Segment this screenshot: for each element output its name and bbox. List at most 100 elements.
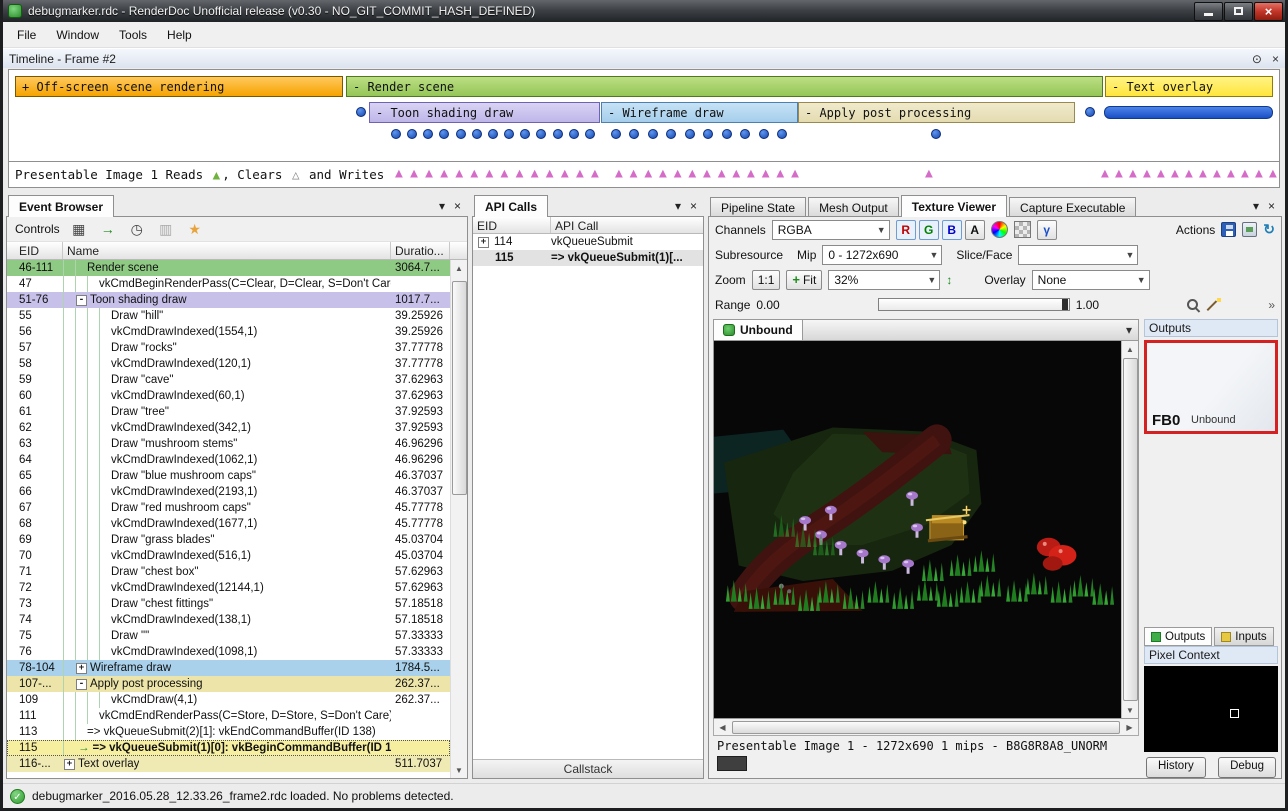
timeline-close-icon[interactable]: × <box>1272 52 1279 66</box>
scrollbar-thumb[interactable] <box>1123 358 1138 701</box>
tab-mesh-output[interactable]: Mesh Output <box>808 197 899 217</box>
timeline-draw-dot[interactable] <box>740 129 750 139</box>
write-triangle-icon[interactable]: ▲ <box>1241 166 1249 182</box>
save-texture-icon[interactable] <box>1221 222 1236 237</box>
texture-image[interactable] <box>714 341 1121 718</box>
event-row[interactable]: 59Draw "cave"37.62963 <box>7 372 450 388</box>
tree-expander-icon[interactable]: - <box>76 295 87 306</box>
close-button[interactable]: × <box>1254 2 1283 21</box>
write-triangle-icon[interactable]: ▲ <box>1255 166 1263 182</box>
tab-capture-executable[interactable]: Capture Executable <box>1009 197 1136 217</box>
timeline-draw-dot[interactable] <box>648 129 658 139</box>
write-triangle-icon[interactable]: ▲ <box>630 166 638 182</box>
event-row[interactable]: 76vkCmdDrawIndexed(1098,1)57.33333 <box>7 644 450 660</box>
zoom-combo[interactable]: 32%▼ <box>828 270 940 290</box>
timeline-content[interactable]: + Off-screen scene rendering - Render sc… <box>8 69 1280 188</box>
scroll-down-icon[interactable]: ▼ <box>451 762 468 778</box>
write-triangle-icon[interactable]: ▲ <box>425 166 433 182</box>
event-row[interactable]: 65Draw "blue mushroom caps"46.37037 <box>7 468 450 484</box>
slice-face-combo[interactable]: ▼ <box>1018 245 1138 265</box>
tab-list-icon[interactable]: ▾ <box>1120 323 1138 337</box>
timeline-draw-dot[interactable] <box>777 129 787 139</box>
write-triangle-icon[interactable]: ▲ <box>470 166 478 182</box>
history-button[interactable]: History <box>1146 757 1206 778</box>
timeline-draw-dot[interactable] <box>569 129 579 139</box>
event-row[interactable]: 55Draw "hill"39.25926 <box>7 308 450 324</box>
timeline-draw-dot[interactable] <box>488 129 498 139</box>
timeline-draw-dot[interactable] <box>611 129 621 139</box>
scroll-right-icon[interactable]: ▶ <box>1121 723 1138 732</box>
timeline-draw-dot[interactable] <box>553 129 563 139</box>
panel-menu-icon[interactable]: ▾ <box>439 199 445 213</box>
write-triangle-icon[interactable]: ▲ <box>1171 166 1179 182</box>
event-row[interactable]: 75Draw ""57.33333 <box>7 628 450 644</box>
menu-help[interactable]: Help <box>157 24 202 46</box>
event-row[interactable]: 57Draw "rocks"37.77778 <box>7 340 450 356</box>
timeline-draw-dot[interactable] <box>504 129 514 139</box>
write-triangle-icon[interactable]: ▲ <box>718 166 726 182</box>
write-triangle-icon[interactable]: ▲ <box>776 166 784 182</box>
scroll-up-icon[interactable]: ▲ <box>451 260 468 276</box>
tab-unbound-texture[interactable]: Unbound <box>714 320 803 340</box>
overlay-combo[interactable]: None▼ <box>1032 270 1150 290</box>
write-triangle-icon[interactable]: ▲ <box>410 166 418 182</box>
refresh-icon[interactable]: ↻ <box>1263 221 1275 238</box>
event-row[interactable]: 71Draw "chest box"57.62963 <box>7 564 450 580</box>
timeline-bar-offscreen[interactable]: + Off-screen scene rendering <box>15 76 343 97</box>
write-triangle-icon[interactable]: ▲ <box>615 166 623 182</box>
write-triangle-icon[interactable]: ▲ <box>1185 166 1193 182</box>
color-wheel-icon[interactable] <box>991 221 1008 238</box>
scroll-down-icon[interactable]: ▼ <box>1122 702 1139 718</box>
write-triangle-icon[interactable]: ▲ <box>791 166 799 182</box>
event-row[interactable]: 113=> vkQueueSubmit(2)[1]: vkEndCommandB… <box>7 724 450 740</box>
timeline-draw-dot[interactable] <box>536 129 546 139</box>
column-eid[interactable]: EID <box>473 217 551 233</box>
channels-combo[interactable]: RGBA▼ <box>772 220 890 240</box>
timeline-draw-dot[interactable] <box>407 129 417 139</box>
write-triangle-icon[interactable]: ▲ <box>395 166 403 182</box>
event-row[interactable]: 69Draw "grass blades"45.03704 <box>7 532 450 548</box>
event-row[interactable]: 68vkCmdDrawIndexed(1677,1)45.77778 <box>7 516 450 532</box>
event-row[interactable]: 67Draw "red mushroom caps"45.77778 <box>7 500 450 516</box>
event-row[interactable]: 78-104+Wireframe draw1784.5... <box>7 660 450 676</box>
timeline-bar-render-scene[interactable]: - Render scene <box>346 76 1103 97</box>
menu-file[interactable]: File <box>7 24 46 46</box>
show-usage-icon[interactable]: ▦ <box>69 219 89 239</box>
channel-g-button[interactable]: G <box>919 220 939 240</box>
goto-current-event-icon[interactable]: → <box>98 219 118 239</box>
event-row[interactable]: 61Draw "tree"37.92593 <box>7 404 450 420</box>
event-row[interactable]: 63Draw "mushroom stems"46.96296 <box>7 436 450 452</box>
timeline-draw-dot[interactable] <box>931 129 941 139</box>
maximize-button[interactable] <box>1224 2 1253 21</box>
time-durations-icon[interactable]: ◷ <box>127 219 147 239</box>
scrollbar-thumb[interactable] <box>452 281 467 495</box>
timeline-draw-dot[interactable] <box>472 129 482 139</box>
event-row[interactable]: 107-...-Apply post processing262.37... <box>7 676 450 692</box>
open-capture-icon[interactable] <box>1242 222 1257 237</box>
write-triangle-icon[interactable]: ▲ <box>546 166 554 182</box>
zoom-fit-button[interactable]: +Fit <box>786 270 822 290</box>
event-row[interactable]: 116-...+Text overlay511.7037 <box>7 756 450 772</box>
event-row[interactable]: 66vkCmdDrawIndexed(2193,1)46.37037 <box>7 484 450 500</box>
timeline-bar-post-processing[interactable]: - Apply post processing <box>798 102 1075 123</box>
event-row[interactable]: 56vkCmdDrawIndexed(1554,1)39.25926 <box>7 324 450 340</box>
timeline-draw-dot[interactable] <box>423 129 433 139</box>
timeline-draw-dot[interactable] <box>703 129 713 139</box>
timeline-draw-dot[interactable] <box>439 129 449 139</box>
timeline-bar-text-overlay[interactable]: - Text overlay <box>1105 76 1273 97</box>
event-row[interactable]: 46-111Render scene3064.7... <box>7 260 450 276</box>
toolbar-overflow-icon[interactable]: » <box>1268 298 1275 312</box>
debug-button[interactable]: Debug <box>1218 757 1276 778</box>
tab-inputs[interactable]: Inputs <box>1214 627 1273 646</box>
event-row[interactable]: 60vkCmdDrawIndexed(60,1)37.62963 <box>7 388 450 404</box>
tree-expander-icon[interactable]: + <box>76 663 87 674</box>
mip-combo[interactable]: 0 - 1272x690▼ <box>822 245 942 265</box>
event-row[interactable]: 58vkCmdDrawIndexed(120,1)37.77778 <box>7 356 450 372</box>
write-triangle-icon[interactable]: ▲ <box>1143 166 1151 182</box>
write-triangle-icon[interactable]: ▲ <box>455 166 463 182</box>
flip-y-icon[interactable]: ↕ <box>946 273 952 287</box>
event-row[interactable]: 74vkCmdDrawIndexed(138,1)57.18518 <box>7 612 450 628</box>
callstack-section[interactable]: Callstack <box>473 759 703 778</box>
write-triangle-icon[interactable]: ▲ <box>747 166 755 182</box>
event-row[interactable]: 62vkCmdDrawIndexed(342,1)37.92593 <box>7 420 450 436</box>
